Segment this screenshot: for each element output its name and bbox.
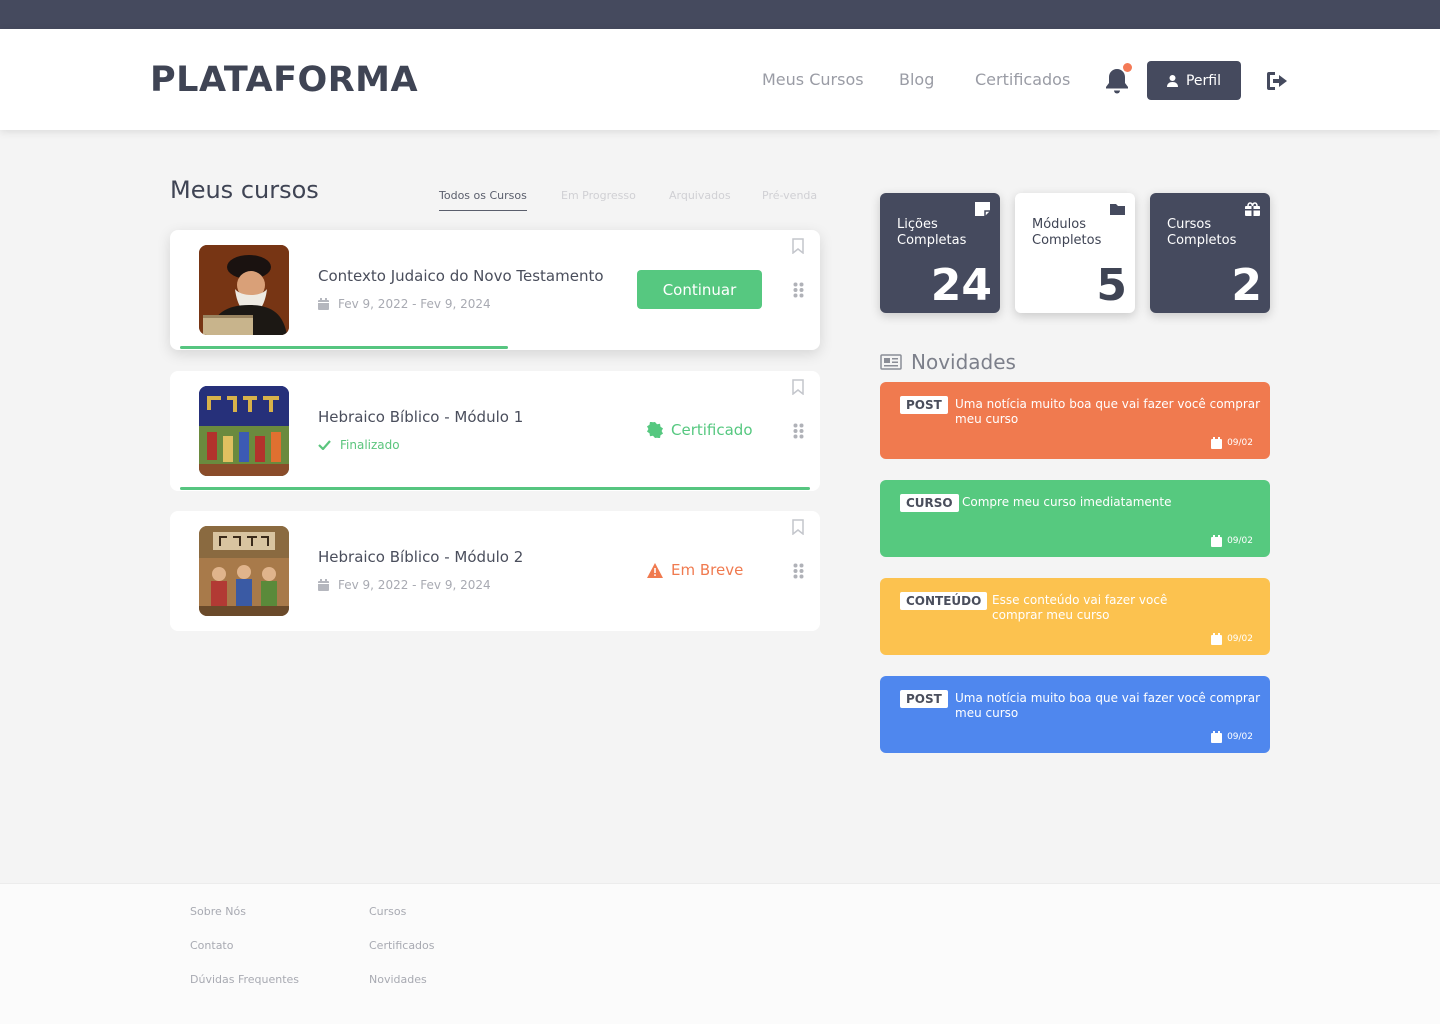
coming-soon-status: Em Breve — [647, 561, 743, 579]
news-badge: CONTEÚDO — [900, 592, 988, 610]
stat-card-cursos: Cursos Completos 2 — [1150, 193, 1270, 313]
header: PLATAFORMA Meus Cursos Blog Certificados… — [0, 29, 1440, 130]
logout-icon[interactable] — [1265, 70, 1291, 92]
news-date: 09/02 — [1211, 633, 1253, 645]
stat-value: 2 — [1231, 260, 1262, 311]
stat-card-modulos: Módulos Completos 5 — [1015, 193, 1135, 313]
news-badge: POST — [900, 396, 948, 414]
stat-card-licoes: Lições Completas 24 — [880, 193, 1000, 313]
news-date-label: 09/02 — [1227, 732, 1253, 742]
certificate-badge-icon — [647, 422, 663, 438]
user-icon — [1166, 74, 1178, 87]
note-icon — [975, 202, 990, 216]
coming-soon-label: Em Breve — [671, 561, 744, 579]
newspaper-icon — [880, 354, 902, 370]
course-dates: Fev 9, 2022 - Fev 9, 2024 — [318, 578, 491, 592]
stat-label: Lições Completas — [897, 217, 967, 248]
news-text: Uma notícia muito boa que vai fazer você… — [955, 691, 1261, 720]
bookmark-icon[interactable] — [792, 238, 804, 254]
course-date-range: Fev 9, 2022 - Fev 9, 2024 — [338, 297, 491, 311]
profile-label: Perfil — [1185, 72, 1222, 89]
news-badge: POST — [900, 690, 948, 708]
drag-handle-icon[interactable] — [793, 563, 804, 579]
tab-todos-os-cursos[interactable]: Todos os Cursos — [439, 189, 527, 211]
calendar-icon — [1211, 437, 1223, 449]
course-title[interactable]: Hebraico Bíblico - Módulo 1 — [318, 408, 523, 426]
stat-label: Cursos Completos — [1167, 217, 1237, 248]
course-card[interactable]: Hebraico Bíblico - Módulo 1 Finalizado C… — [170, 371, 820, 491]
course-card[interactable]: Hebraico Bíblico - Módulo 2 Fev 9, 2022 … — [170, 511, 820, 631]
news-card[interactable]: POST Uma notícia muito boa que vai fazer… — [880, 382, 1270, 459]
folder-icon — [1110, 204, 1125, 215]
nav-blog[interactable]: Blog — [899, 70, 934, 89]
course-card[interactable]: Contexto Judaico do Novo Testamento Fev … — [170, 230, 820, 350]
news-text: Uma notícia muito boa que vai fazer você… — [955, 397, 1261, 426]
drag-handle-icon[interactable] — [793, 282, 804, 298]
tab-pre-venda[interactable]: Pré-venda — [762, 189, 817, 210]
course-thumbnail — [199, 386, 289, 476]
calendar-icon — [318, 298, 329, 310]
tab-em-progresso[interactable]: Em Progresso — [561, 189, 636, 210]
profile-button[interactable]: Perfil — [1147, 61, 1241, 100]
calendar-icon — [1211, 535, 1223, 547]
footer-link-sobre-nos[interactable]: Sobre Nós — [190, 905, 246, 918]
course-status-finished: Finalizado — [318, 438, 400, 452]
stat-value: 5 — [1096, 260, 1127, 311]
continue-button[interactable]: Continuar — [637, 270, 762, 309]
footer-link-duvidas[interactable]: Dúvidas Frequentes — [190, 973, 299, 986]
warning-icon — [647, 562, 663, 578]
news-date: 09/02 — [1211, 535, 1253, 547]
news-date: 09/02 — [1211, 731, 1253, 743]
nav-certificados[interactable]: Certificados — [975, 70, 1070, 89]
course-progress-bar — [180, 487, 810, 490]
stat-label: Módulos Completos — [1032, 217, 1102, 248]
course-progress-bar — [180, 346, 508, 349]
news-date-label: 09/02 — [1227, 536, 1253, 546]
news-text: Compre meu curso imediatamente — [962, 495, 1172, 509]
news-text: Esse conteúdo vai fazer você comprar meu… — [992, 593, 1168, 622]
news-card[interactable]: CONTEÚDO Esse conteúdo vai fazer você co… — [880, 578, 1270, 655]
course-date-range: Fev 9, 2022 - Fev 9, 2024 — [338, 578, 491, 592]
drag-handle-icon[interactable] — [793, 423, 804, 439]
course-dates: Fev 9, 2022 - Fev 9, 2024 — [318, 297, 491, 311]
news-card[interactable]: POST Uma notícia muito boa que vai fazer… — [880, 676, 1270, 753]
footer-link-certificados[interactable]: Certificados — [369, 939, 435, 952]
news-card[interactable]: CURSO Compre meu curso imediatamente 09/… — [880, 480, 1270, 557]
news-date: 09/02 — [1211, 437, 1253, 449]
certificate-status[interactable]: Certificado — [647, 421, 753, 439]
check-icon — [318, 440, 331, 450]
footer: Sobre Nós Contato Dúvidas Frequentes Cur… — [0, 883, 1440, 1024]
calendar-icon — [1211, 731, 1223, 743]
footer-link-novidades[interactable]: Novidades — [369, 973, 427, 986]
tab-arquivados[interactable]: Arquivados — [669, 189, 731, 210]
bookmark-icon[interactable] — [792, 379, 804, 395]
bookmark-icon[interactable] — [792, 519, 804, 535]
course-thumbnail — [199, 526, 289, 616]
footer-link-cursos[interactable]: Cursos — [369, 905, 406, 918]
page-title: Meus cursos — [170, 176, 319, 204]
footer-link-contato[interactable]: Contato — [190, 939, 233, 952]
news-date-label: 09/02 — [1227, 634, 1253, 644]
certificate-label: Certificado — [671, 421, 753, 439]
course-title[interactable]: Hebraico Bíblico - Módulo 2 — [318, 548, 523, 566]
calendar-icon — [1211, 633, 1223, 645]
course-thumbnail — [199, 245, 289, 335]
top-bar — [0, 0, 1440, 29]
news-title: Novidades — [880, 350, 1016, 374]
news-date-label: 09/02 — [1227, 438, 1253, 448]
calendar-icon — [318, 579, 329, 591]
stat-value: 24 — [930, 260, 992, 311]
news-badge: CURSO — [900, 494, 959, 512]
course-finished-label: Finalizado — [340, 438, 400, 452]
news-heading: Novidades — [911, 350, 1016, 374]
logo[interactable]: PLATAFORMA — [150, 60, 418, 100]
gift-icon — [1245, 202, 1260, 216]
nav-meus-cursos[interactable]: Meus Cursos — [762, 70, 864, 89]
course-title[interactable]: Contexto Judaico do Novo Testamento — [318, 267, 604, 285]
notification-dot — [1123, 63, 1132, 72]
